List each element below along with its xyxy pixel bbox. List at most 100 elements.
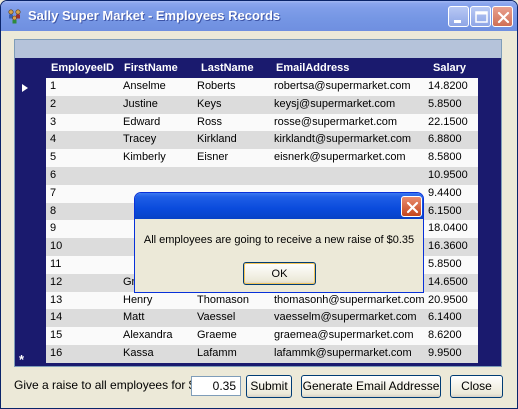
cell-employeeid[interactable]: 5 (50, 151, 56, 163)
cell-employeeid[interactable]: 12 (50, 276, 62, 288)
cell-lastname[interactable]: Vaessel (197, 311, 235, 323)
window-title: Sally Super Market - Employees Records (28, 8, 281, 23)
cell-lastname[interactable]: Eisner (197, 151, 228, 163)
cell-emailaddress[interactable]: robertsa@supermarket.com (274, 80, 411, 92)
cell-employeeid[interactable]: 2 (50, 98, 56, 110)
main-window: Sally Super Market - Employees Records E… (0, 0, 518, 409)
cell-salary[interactable]: 18.0400 (428, 222, 468, 234)
cell-emailaddress[interactable]: lafammk@supermarket.com (274, 347, 412, 359)
cell-employeeid[interactable]: 4 (50, 133, 56, 145)
cell-salary[interactable]: 6.1500 (428, 205, 462, 217)
cell-lastname[interactable]: Lafamm (197, 347, 237, 359)
close-button[interactable]: Close (450, 375, 503, 398)
raise-amount-input[interactable] (191, 376, 241, 396)
cell-salary[interactable]: 6.1400 (428, 311, 462, 323)
cell-lastname[interactable]: Roberts (197, 80, 236, 92)
cell-salary[interactable]: 9.9500 (428, 347, 462, 359)
cell-employeeid[interactable]: 8 (50, 205, 56, 217)
cell-firstname[interactable]: Matt (123, 311, 144, 323)
cell-salary[interactable]: 14.6500 (428, 276, 468, 288)
window-client-area: EmployeeID FirstName LastName EmailAddre… (5, 31, 513, 406)
cell-salary[interactable]: 5.8500 (428, 258, 462, 270)
cell-firstname[interactable]: Tracey (123, 133, 156, 145)
table-row[interactable]: 15 Alexandra Graeme graemea@supermarket.com… (46, 327, 478, 345)
grid-caption-bar (15, 40, 501, 58)
cell-salary[interactable]: 9.4400 (428, 187, 462, 199)
cell-employeeid[interactable]: 1 (50, 80, 56, 92)
cell-firstname[interactable]: Alexandra (123, 329, 173, 341)
column-header-employeeid[interactable]: EmployeeID (51, 62, 114, 74)
cell-salary[interactable]: 20.9500 (428, 294, 468, 306)
grid-header-row: EmployeeID FirstName LastName EmailAddre… (15, 58, 501, 78)
cell-lastname[interactable]: Thomason (197, 294, 249, 306)
row-selector-column[interactable] (15, 78, 46, 366)
cell-salary[interactable]: 8.5800 (428, 151, 462, 163)
table-row[interactable]: 1 Anselme Roberts robertsa@supermarket.com 1… (46, 78, 478, 96)
cell-lastname[interactable]: Graeme (197, 329, 237, 341)
cell-employeeid[interactable]: 13 (50, 294, 62, 306)
cell-employeeid[interactable]: 16 (50, 347, 62, 359)
cell-firstname[interactable]: Kimberly (123, 151, 166, 163)
cell-salary[interactable]: 16.3600 (428, 240, 468, 252)
cell-emailaddress[interactable]: kirklandt@supermarket.com (274, 133, 411, 145)
current-row-arrow-icon (21, 83, 29, 96)
cell-salary[interactable]: 10.9500 (428, 169, 468, 181)
cell-emailaddress[interactable]: eisnerk@supermarket.com (274, 151, 406, 163)
cell-firstname[interactable]: Justine (123, 98, 158, 110)
window-titlebar[interactable]: Sally Super Market - Employees Records (1, 1, 517, 31)
cell-employeeid[interactable]: 10 (50, 240, 62, 252)
column-header-firstname[interactable]: FirstName (124, 62, 178, 74)
cell-salary[interactable]: 14.8200 (428, 80, 468, 92)
column-header-emailaddress[interactable]: EmailAddress (276, 62, 349, 74)
cell-emailaddress[interactable]: rosse@supermarket.com (274, 116, 397, 128)
cell-employeeid[interactable]: 7 (50, 187, 56, 199)
cell-firstname[interactable]: Henry (123, 294, 152, 306)
cell-firstname[interactable]: Kassa (123, 347, 154, 359)
new-row-icon: * (19, 352, 25, 367)
minimize-button[interactable] (448, 6, 469, 27)
dialog-titlebar[interactable] (135, 193, 423, 219)
cell-emailaddress[interactable]: thomasonh@supermarket.com (274, 294, 425, 306)
submit-button[interactable]: Submit (246, 375, 292, 398)
cell-emailaddress[interactable]: vaesselm@supermarket.com (274, 311, 417, 323)
cell-lastname[interactable]: Ross (197, 116, 222, 128)
cell-employeeid[interactable]: 6 (50, 169, 56, 181)
table-row[interactable]: 14 Matt Vaessel vaesselm@supermarket.com 6.1… (46, 309, 478, 328)
cell-employeeid[interactable]: 11 (50, 258, 61, 270)
cell-employeeid[interactable]: 14 (50, 311, 62, 323)
cell-salary[interactable]: 22.1500 (428, 116, 468, 128)
table-row[interactable]: 4 Tracey Kirkland kirklandt@supermarket.com… (46, 131, 478, 150)
table-row[interactable]: 6 10.9500 (46, 166, 478, 185)
cell-employeeid[interactable]: 3 (50, 116, 56, 128)
minimize-icon (454, 20, 461, 23)
generate-email-button[interactable]: Generate Email Addresse (301, 375, 441, 398)
column-header-salary[interactable]: Salary (433, 62, 466, 74)
cell-firstname[interactable]: Anselme (123, 80, 166, 92)
table-row[interactable]: 13 Henry Thomason thomasonh@supermarket.com… (46, 291, 478, 310)
window-close-button[interactable] (492, 6, 513, 27)
cell-employeeid[interactable]: 9 (50, 222, 56, 234)
column-header-lastname[interactable]: LastName (201, 62, 254, 74)
cell-employeeid[interactable]: 15 (50, 329, 62, 341)
maximize-icon (475, 11, 488, 23)
cell-lastname[interactable]: Keys (197, 98, 221, 110)
dialog-message: All employees are going to receive a new… (143, 234, 415, 246)
cell-salary[interactable]: 5.8500 (428, 98, 462, 110)
cell-emailaddress[interactable]: keysj@supermarket.com (274, 98, 395, 110)
table-row[interactable]: 2 Justine Keys keysj@supermarket.com 5.8500 (46, 95, 478, 114)
people-app-icon (7, 8, 23, 24)
table-row[interactable]: 5 Kimberly Eisner eisnerk@supermarket.com 8.… (46, 149, 478, 167)
maximize-button[interactable] (470, 6, 491, 27)
cell-firstname[interactable]: Edward (123, 116, 160, 128)
table-row[interactable]: 3 Edward Ross rosse@supermarket.com 22.1500 (46, 113, 478, 132)
cell-lastname[interactable]: Kirkland (197, 133, 237, 145)
close-icon (497, 11, 510, 24)
cell-salary[interactable]: 8.6200 (428, 329, 462, 341)
cell-emailaddress[interactable]: graemea@supermarket.com (274, 329, 414, 341)
raise-confirmation-dialog: All employees are going to receive a new… (134, 192, 424, 293)
dialog-ok-button[interactable]: OK (243, 262, 316, 285)
close-icon (406, 201, 419, 214)
cell-salary[interactable]: 6.8800 (428, 133, 462, 145)
dialog-close-button[interactable] (401, 196, 422, 217)
table-row[interactable]: 16 Kassa Lafamm lafammk@supermarket.com 9.95… (46, 344, 478, 363)
